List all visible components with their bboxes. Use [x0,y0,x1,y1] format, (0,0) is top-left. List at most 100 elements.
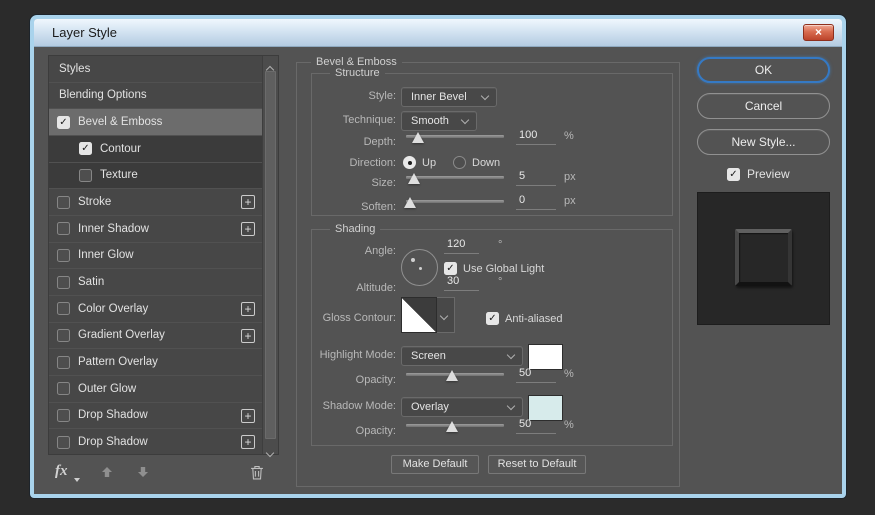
shadow-mode-label: Shadow Mode: [302,400,396,412]
ok-button[interactable]: OK [697,57,830,83]
effect-label: Styles [59,63,90,75]
opacity2-label: Opacity: [302,425,396,437]
style-list-item[interactable]: Drop Shadow+ [49,403,262,430]
effect-label: Texture [100,169,138,181]
add-effect-instance-icon[interactable]: + [241,195,255,209]
add-effect-instance-icon[interactable]: + [241,409,255,423]
depth-label: Depth: [302,136,396,148]
style-list-item[interactable]: Styles [49,56,262,83]
scroll-up-icon[interactable] [267,60,277,70]
style-list-item[interactable]: ✓Bevel & Emboss [49,109,262,136]
fx-caret-icon [74,478,80,482]
effect-label: Inner Shadow [78,223,149,235]
style-select[interactable]: Inner Bevel [401,87,497,107]
depth-input[interactable]: 100 [516,129,556,145]
soften-input[interactable]: 0 [516,194,556,210]
add-effect-instance-icon[interactable]: + [241,435,255,449]
style-list-item[interactable]: Drop Shadow + [49,429,262,454]
style-list-item[interactable]: Color Overlay+ [49,296,262,323]
dial-angle-marker [411,258,415,262]
effect-checkbox[interactable] [57,409,70,422]
slider-thumb[interactable] [408,173,420,184]
chevron-down-icon [507,351,515,359]
titlebar[interactable]: Layer Style × [34,19,842,47]
effect-checkbox[interactable] [57,249,70,262]
effect-checkbox[interactable] [57,196,70,209]
style-list: StylesBlending Options✓Bevel & Emboss✓Co… [49,56,262,454]
scroll-down-icon[interactable] [267,443,277,453]
use-global-light-label: Use Global Light [463,263,544,275]
slider-thumb[interactable] [446,370,458,381]
shadow-mode-select[interactable]: Overlay [401,397,523,417]
style-list-item[interactable]: Stroke+ [49,189,262,216]
new-style-button[interactable]: New Style... [697,129,830,155]
scrollbar-thumb[interactable] [265,71,276,439]
fx-menu-button[interactable]: fx [55,463,68,480]
style-list-item[interactable]: Texture [49,163,262,190]
list-scrollbar[interactable] [262,56,278,454]
direction-up-radio[interactable] [403,156,416,169]
effect-checkbox[interactable]: ✓ [57,116,70,129]
chevron-down-icon [440,312,448,320]
cancel-button[interactable]: Cancel [697,93,830,119]
gloss-contour-thumbnail[interactable] [401,297,437,333]
style-list-item[interactable]: Inner Shadow + [49,216,262,243]
angle-input[interactable]: 120 [444,238,479,254]
effect-checkbox[interactable] [79,169,92,182]
style-list-item[interactable]: Gradient Overlay+ [49,323,262,350]
opacity1-label: Opacity: [302,374,396,386]
highlight-opacity-input[interactable]: 50 [516,367,556,383]
add-effect-instance-icon[interactable]: + [241,222,255,236]
preview-label: Preview [747,167,790,181]
shadow-opacity-slider[interactable] [406,418,504,432]
slider-thumb[interactable] [412,132,424,143]
effect-label: Drop Shadow [78,436,148,448]
layer-style-dialog: Layer Style × StylesBlending Options✓Bev… [30,15,846,498]
shadow-opacity-input[interactable]: 50 [516,418,556,434]
shading-legend: Shading [330,223,380,235]
effect-checkbox[interactable] [57,329,70,342]
preview-checkbox[interactable]: ✓ [727,168,740,181]
slider-thumb[interactable] [404,197,416,208]
effect-checkbox[interactable] [57,356,70,369]
reset-to-default-button[interactable]: Reset to Default [488,455,586,474]
effect-checkbox[interactable] [57,436,70,449]
bevel-emboss-panel: Bevel & Emboss Structure Shading Style: … [296,62,680,487]
depth-slider[interactable] [406,129,504,143]
anti-aliased-checkbox[interactable]: ✓ [486,312,499,325]
slider-thumb[interactable] [446,421,458,432]
effect-checkbox[interactable] [57,382,70,395]
gloss-contour-picker[interactable] [437,297,455,333]
size-slider[interactable] [406,170,504,184]
style-list-item[interactable]: Satin [49,269,262,296]
close-icon[interactable]: × [803,24,834,41]
add-effect-instance-icon[interactable]: + [241,329,255,343]
technique-select[interactable]: Smooth [401,111,477,131]
direction-down-label: Down [472,157,500,169]
angle-dial[interactable] [401,249,438,286]
shadow-mode-value: Overlay [411,401,449,413]
move-effect-down-icon[interactable] [136,465,150,484]
delete-effect-icon[interactable] [250,465,264,485]
style-list-item[interactable]: Inner Glow [49,243,262,270]
soften-slider[interactable] [406,194,504,208]
style-list-item[interactable]: Pattern Overlay [49,349,262,376]
effect-checkbox[interactable] [57,302,70,315]
add-effect-instance-icon[interactable]: + [241,302,255,316]
use-global-light-checkbox[interactable]: ✓ [444,262,457,275]
size-input[interactable]: 5 [516,170,556,186]
highlight-opacity-slider[interactable] [406,367,504,381]
highlight-mode-select[interactable]: Screen [401,346,523,366]
make-default-button[interactable]: Make Default [391,455,479,474]
style-list-item[interactable]: ✓Contour [49,136,262,163]
effect-checkbox[interactable]: ✓ [79,142,92,155]
bevel-preview-square [735,229,792,286]
altitude-input[interactable]: 30 [444,275,479,291]
direction-down-radio[interactable] [453,156,466,169]
effect-checkbox[interactable] [57,222,70,235]
move-effect-up-icon[interactable] [100,465,114,484]
effect-checkbox[interactable] [57,276,70,289]
soften-label: Soften: [302,201,396,213]
style-list-item[interactable]: Blending Options [49,83,262,110]
style-list-item[interactable]: Outer Glow [49,376,262,403]
